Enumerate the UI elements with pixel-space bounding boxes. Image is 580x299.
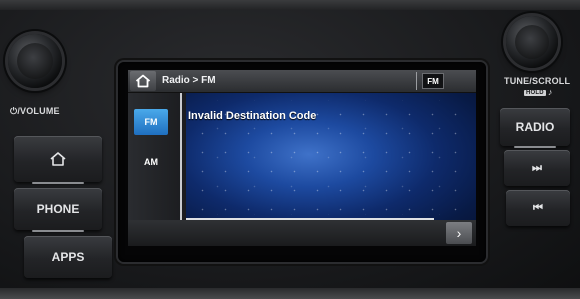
tab-am-label: AM [144, 157, 158, 167]
hold-label-row: HOLD ♪ [524, 87, 553, 97]
seek-down-icon: ⏮ [533, 201, 543, 214]
breadcrumb: Radio > FM [162, 75, 216, 86]
seek-down-button[interactable]: ⏮ [506, 190, 570, 226]
phone-lightbar [31, 230, 85, 232]
phone-button[interactable]: PHONE [14, 188, 102, 232]
seek-up-icon: ⏭ [532, 161, 542, 174]
radio-lightbar [514, 146, 556, 148]
radio-button-label: RADIO [515, 120, 555, 134]
screen-title-bar: Radio > FM FM [128, 70, 476, 93]
tab-fm[interactable]: FM [134, 109, 168, 135]
apps-button-label: APPS [51, 250, 85, 264]
music-note-icon: ♪ [547, 87, 553, 97]
bottom-trim [0, 288, 580, 299]
hold-badge: HOLD [524, 89, 546, 96]
band-indicator: FM [422, 73, 444, 89]
screen-bottom-bar [128, 220, 476, 246]
tune-knob-cap [515, 25, 549, 59]
top-trim [0, 0, 580, 10]
phone-button-label: PHONE [36, 202, 80, 216]
band-sidebar: FM AM [128, 93, 186, 225]
home-icon [50, 152, 66, 166]
tune-scroll-knob[interactable] [506, 16, 558, 68]
home-button[interactable] [14, 136, 102, 184]
screen-home-button[interactable] [130, 71, 156, 91]
tune-scroll-label: TUNE/SCROLL [504, 76, 571, 86]
next-page-button[interactable]: › [446, 222, 472, 244]
error-message: Invalid Destination Code [188, 110, 317, 122]
tab-am[interactable]: AM [134, 149, 168, 175]
radio-button[interactable]: RADIO [500, 108, 570, 148]
bottom-divider [186, 218, 434, 220]
volume-label: ⏻/VOLUME [10, 106, 60, 116]
tab-fm-label: FM [144, 117, 158, 127]
chevron-right-icon: › [456, 225, 462, 241]
volume-knob-cap [17, 43, 53, 79]
title-bar-divider [416, 72, 417, 90]
apps-button[interactable]: APPS [24, 236, 112, 278]
seek-up-button[interactable]: ⏭ [504, 150, 570, 186]
home-icon [135, 74, 151, 88]
touchscreen: Radio > FM FM FM AM Invalid Destination … [128, 70, 476, 246]
volume-knob[interactable] [8, 34, 62, 88]
home-lightbar [31, 182, 85, 184]
sidebar-divider [180, 93, 182, 225]
